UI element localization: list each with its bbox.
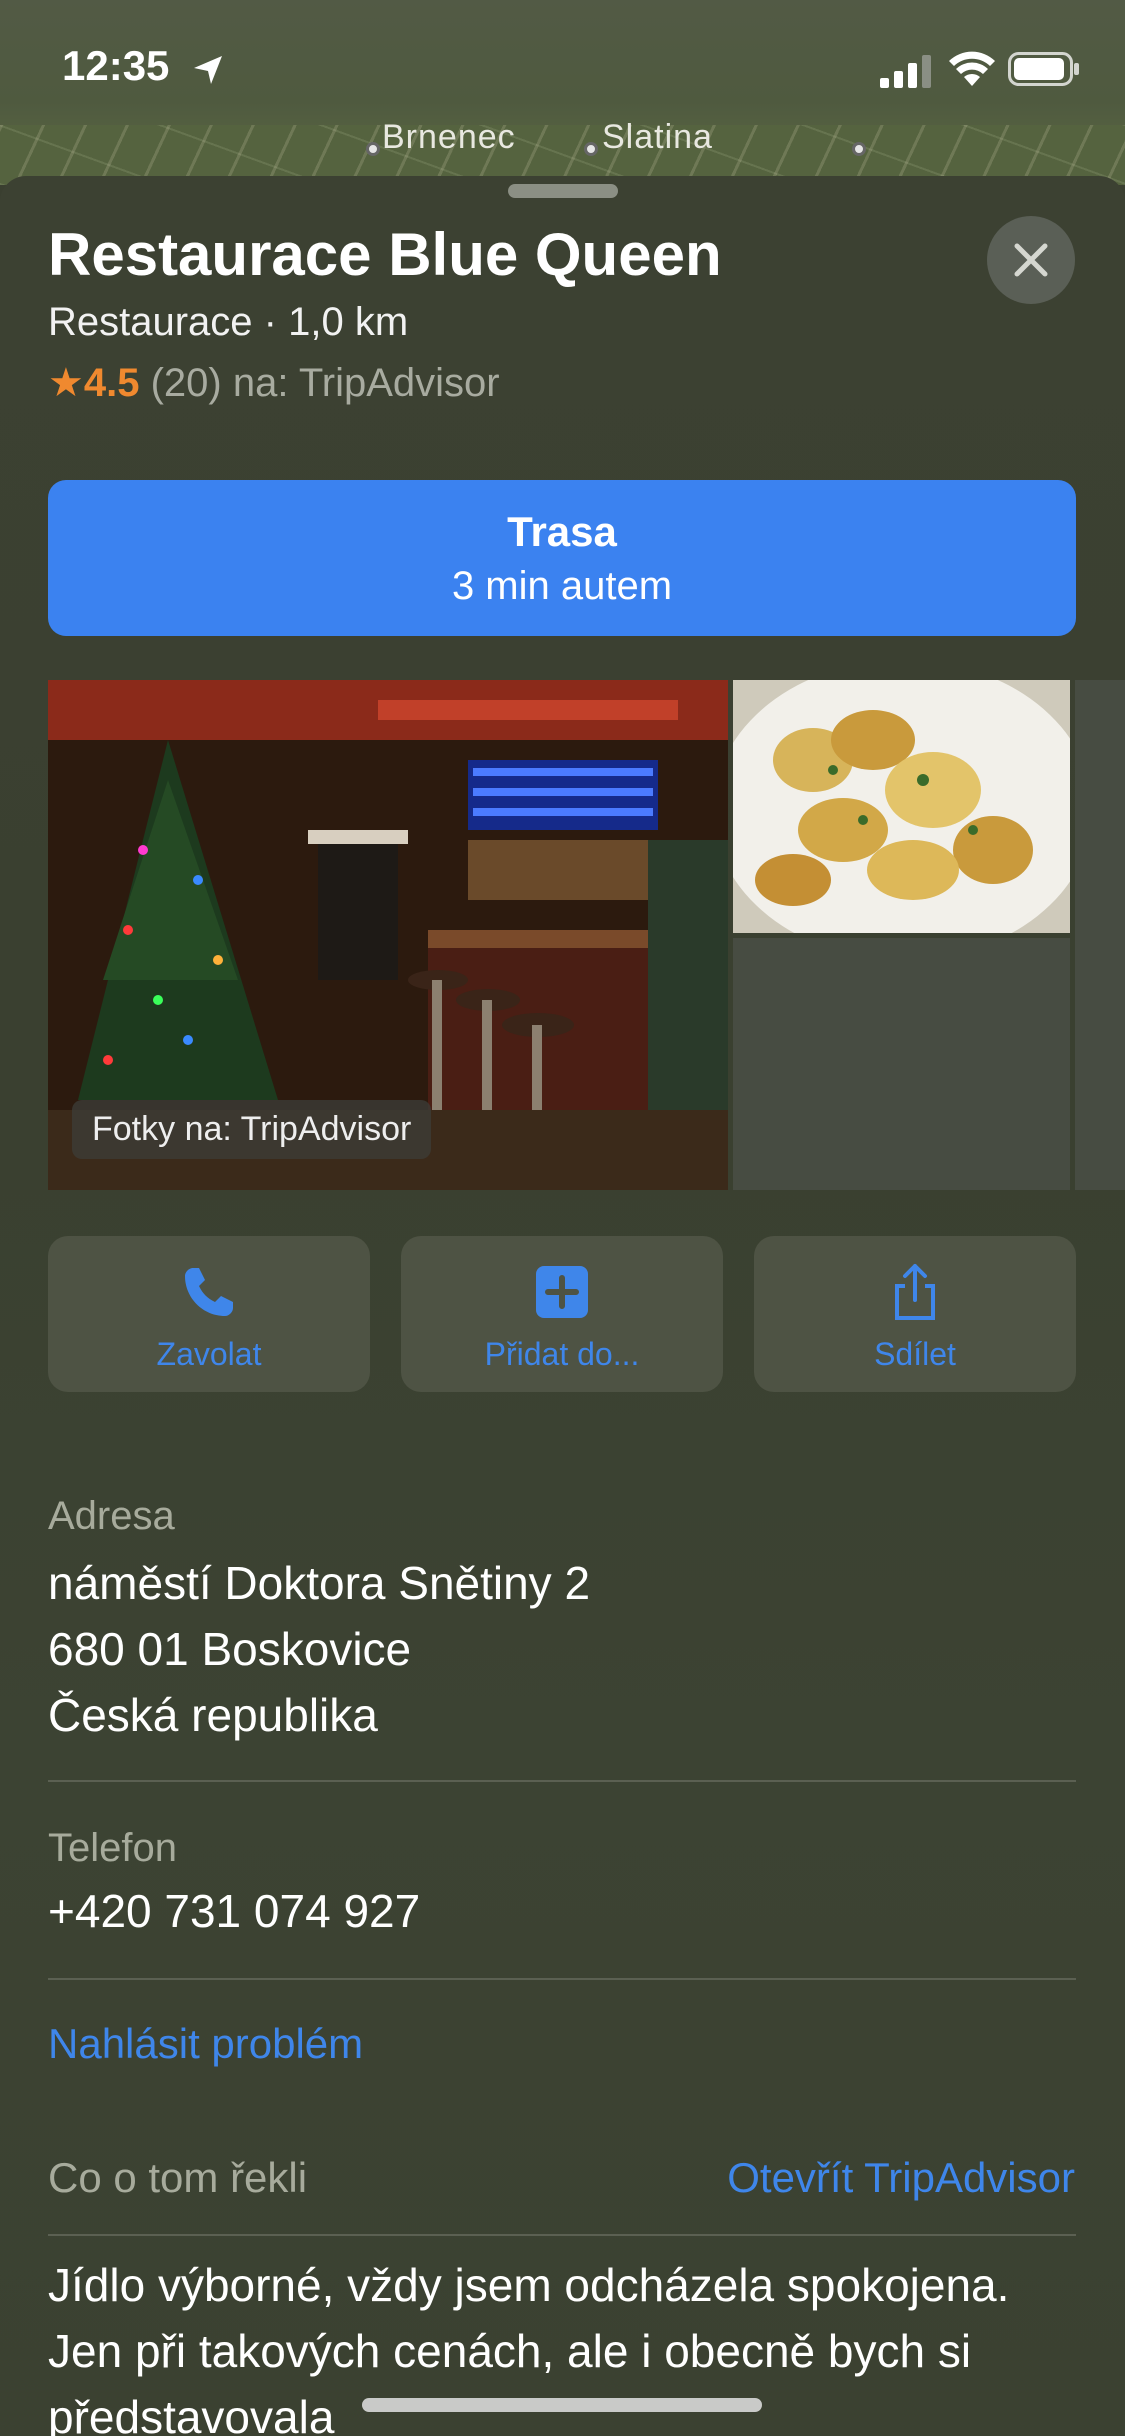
add-to-label: Přidat do...	[484, 1336, 640, 1372]
photo-restaurant-interior[interactable]: Fotky na: TripAdvisor	[48, 680, 728, 1190]
divider	[48, 1780, 1076, 1782]
phone-icon	[185, 1268, 233, 1316]
reviews-header: Co o tom řekli	[48, 2154, 308, 2201]
battery-icon	[1008, 52, 1079, 86]
phone-number[interactable]: +420 731 074 927	[48, 1878, 420, 1944]
address-label: Adresa	[48, 1494, 175, 1538]
open-tripadvisor-link[interactable]: Otevřít TripAdvisor	[727, 2154, 1075, 2202]
cellular-signal-icon	[880, 55, 931, 88]
status-time: 12:35	[62, 42, 170, 89]
place-subtitle: Restaurace · 1,0 km	[48, 300, 409, 344]
status-bar: 12:35	[0, 0, 1125, 130]
wifi-icon	[949, 51, 995, 86]
divider	[48, 2234, 1076, 2236]
report-problem-link[interactable]: Nahlásit problém	[48, 2020, 363, 2068]
photo-source-caption: Fotky na: TripAdvisor	[72, 1100, 432, 1159]
address-line-3[interactable]: Česká republika	[48, 1682, 378, 1748]
address-line-2[interactable]: 680 01 Boskovice	[48, 1616, 411, 1682]
photo-food[interactable]	[733, 680, 1070, 933]
map-place-dot	[366, 142, 380, 156]
route-subtitle: 3 min autem	[451, 564, 673, 608]
rating-row[interactable]: ★4.5 (20) na: TripAdvisor	[48, 360, 500, 406]
share-label: Sdílet	[874, 1336, 956, 1372]
photo-placeholder	[1075, 680, 1125, 1190]
rating-source: (20) na: TripAdvisor	[150, 361, 500, 405]
route-title: Trasa	[507, 508, 617, 555]
rating-value: 4.5	[83, 361, 140, 405]
plus-square-icon	[536, 1266, 588, 1318]
share-button[interactable]: Sdílet	[754, 1236, 1076, 1392]
location-arrow-icon	[194, 56, 222, 84]
divider	[48, 1978, 1076, 1980]
phone-label: Telefon	[48, 1826, 177, 1870]
food-dish-image	[733, 680, 1070, 933]
sheet-grabber[interactable]	[508, 184, 618, 198]
close-icon	[1014, 243, 1048, 277]
place-title: Restaurace Blue Queen	[48, 221, 722, 288]
call-button[interactable]: Zavolat	[48, 1236, 370, 1392]
close-button[interactable]	[987, 216, 1075, 304]
address-line-1[interactable]: náměstí Doktora Snětiny 2	[48, 1550, 590, 1616]
map-place-dot	[852, 142, 866, 156]
route-button[interactable]: Trasa 3 min autem	[48, 480, 1076, 636]
photo-placeholder	[733, 938, 1070, 1190]
add-to-button[interactable]: Přidat do...	[401, 1236, 723, 1392]
call-label: Zavolat	[156, 1336, 262, 1372]
map-place-dot	[584, 142, 598, 156]
star-icon: ★	[48, 361, 84, 405]
home-indicator[interactable]	[362, 2398, 762, 2412]
share-icon	[895, 1264, 935, 1320]
